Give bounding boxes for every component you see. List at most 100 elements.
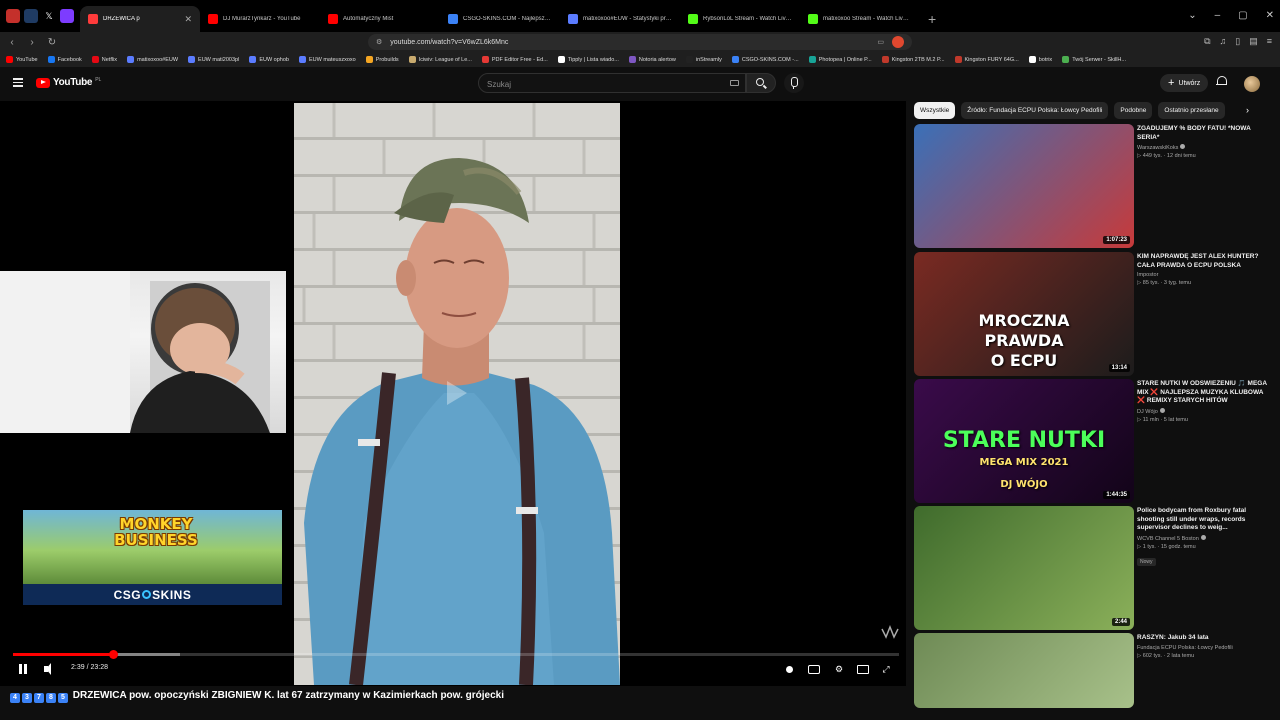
tab[interactable]: Automatyczny Mist [320,6,440,32]
bookmark-item[interactable]: Kingston 2TB M.2 P... [881,56,945,63]
bookmark-item[interactable]: EUW mateuszxoxo [298,56,356,63]
pause-icon[interactable] [18,664,28,674]
pinned-youtube-icon[interactable] [6,9,20,23]
recommendation-info: ZGADUJEMY % BODY FATU! *NOWA SERIA* Warsz… [1137,125,1267,159]
recommendation-item[interactable]: 2:44 Police bodycam from Roxbury fatal sh… [914,506,1266,630]
tab[interactable]: RybsonLoL Stream - Watch Live on K [680,6,800,32]
search-input[interactable] [479,75,699,94]
recommendation-title[interactable]: KIM NAPRAWDĘ JEST ALEX HUNTER? CAŁA PRAW… [1137,253,1267,270]
filter-chip[interactable]: Źródło: Fundacja ECPU Polska: Łowcy Pedo… [961,102,1109,119]
thumbnail[interactable]: STARE NUTKI MEGA MIX 2021 DJ WÓJO 1:44:35 [914,379,1134,503]
bookmark-item[interactable]: Iciwiv: League of Le... [408,56,472,63]
channel-name[interactable]: WarszawskiKoks [1137,145,1178,151]
bookmark-item[interactable]: inStreamly [685,56,722,63]
brave-shield-icon[interactable] [892,36,904,48]
fullscreen-icon[interactable]: ⤢ [880,663,892,675]
bookmark-item[interactable]: Twój Serwer - SkillH... [1062,56,1126,63]
sidepanel-icon[interactable]: ▯ [1235,36,1240,47]
progress-bar[interactable] [13,650,899,659]
bookmark-item[interactable]: Notoria alertow [628,56,676,63]
tab[interactable]: matixoxoo#EUW - Statystyki przywo [560,6,680,32]
autoplay-toggle-icon[interactable] [783,663,795,675]
account-avatar[interactable] [1244,76,1260,92]
cast-icon[interactable]: ▭ [877,38,884,46]
thumbnail[interactable]: 2:44 [914,506,1134,630]
pinned-x-icon[interactable]: 𝕏 [42,9,56,23]
menu-icon[interactable]: ≡ [1267,36,1272,47]
bookmark-item[interactable]: Kingston FURY 64G... [954,56,1019,63]
bookmark-item[interactable]: botrix [1028,56,1052,63]
keyboard-icon[interactable] [730,80,739,86]
extensions-icon[interactable]: ⧉ [1204,36,1210,47]
recommendation-title[interactable]: Police bodycam from Roxbury fatal shooti… [1137,507,1267,533]
channel-name[interactable]: Fundacja ECPU Polska: Łowcy Pedofili [1137,645,1233,651]
upload-age: 12 dni temu [1166,153,1196,159]
recommendation-item[interactable]: RASZYN: Jakub 34 lata Fundacja ECPU Polsk… [914,633,1266,708]
sponsor-ad-overlay[interactable]: MONKEY BUSINESS CSG SKINS [23,510,282,605]
address-bar[interactable]: ⚙ youtube.com/watch?v=V6wZL6k6Mnc ▭ [368,34,912,50]
media-icon[interactable]: ♫ [1220,36,1227,47]
recommendation-title[interactable]: RASZYN: Jakub 34 lata [1137,634,1267,643]
duration-badge: 1:07:23 [1103,236,1130,244]
tab[interactable]: CSGO-SKINS.COM - Najlepsze Skrzy [440,6,560,32]
recommendation-title[interactable]: STARE NUTKI W ODŚWIEŻENIU 🎵 MEGA MIX ❌ N… [1137,380,1267,406]
minimize-icon[interactable]: – [1215,10,1221,21]
bookmark-item[interactable]: Netflix [91,56,117,63]
menu-hamburger-icon[interactable] [13,78,23,87]
bookmark-item[interactable]: matixoxoo#EUW [127,56,178,63]
pinned-messenger-icon[interactable] [24,9,38,23]
duration-badge: 1:44:35 [1103,491,1130,499]
forward-icon[interactable]: › [24,37,40,48]
scrubber-handle[interactable] [109,650,119,659]
tab[interactable]: matixoxoo Stream - Watch Live on K [800,6,920,32]
subtitles-icon[interactable] [808,665,820,674]
settings-gear-icon[interactable]: ⚙ [833,663,845,675]
channel-name[interactable]: DJ Wójo [1137,409,1158,415]
recommendation-item[interactable]: MROCZNA PRAWDA O ECPU 13:14 KIM NAPRAWDĘ JES… [914,252,1266,376]
bookmark-label: EUW mateuszxoxo [308,56,356,63]
recommendation-item[interactable]: 1:07:23 ZGADUJEMY % BODY FATU! *NOWA SERI… [914,124,1266,248]
close-window-icon[interactable]: ✕ [1266,10,1274,21]
site-info-icon[interactable]: ⚙ [376,38,382,46]
thumbnail[interactable]: MROCZNA PRAWDA O ECPU 13:14 [914,252,1134,376]
video-player[interactable]: MONKEY BUSINESS CSG SKINS 2:39 / 23:28 ⚙… [0,101,906,686]
tab-close-icon[interactable]: ✕ [184,14,192,25]
filter-chip[interactable]: Wszystkie [914,102,956,119]
search-button[interactable] [746,73,776,93]
reload-icon[interactable]: ↻ [44,37,60,48]
filter-chip[interactable]: Podobne [1114,102,1153,119]
recommendation-item[interactable]: STARE NUTKI MEGA MIX 2021 DJ WÓJO 1:44:35 ST… [914,379,1267,503]
new-tab-button[interactable]: + [920,6,944,32]
thumbnail[interactable] [914,633,1134,708]
youtube-logo[interactable]: YouTube PL [36,77,101,88]
bookmark-item[interactable]: CSGO-SKINS.COM -... [731,56,799,63]
bookmark-item[interactable]: Probuilds [365,56,399,63]
bookmark-item[interactable]: EUW mati2003pl [188,56,239,63]
back-icon[interactable]: ‹ [4,37,20,48]
channel-watermark-icon[interactable] [880,625,900,639]
voice-search-icon[interactable] [784,73,804,93]
bookmark-item[interactable]: Tipply | Lista wiado... [557,56,619,63]
channel-name[interactable]: Impostor [1137,272,1158,278]
bookmark-item[interactable]: YouTube [6,56,38,63]
bookmark-item[interactable]: Photopea | Online P... [808,56,872,63]
bookmark-item[interactable]: Facebook [47,56,82,63]
maximize-icon[interactable]: ▢ [1238,10,1247,21]
notifications-bell-icon[interactable] [1216,76,1227,88]
wallet-icon[interactable]: ▤ [1249,36,1258,47]
theater-mode-icon[interactable] [857,665,869,674]
tab[interactable]: DJ MurarzTynkarz - YouTube [200,6,320,32]
filter-chip[interactable]: Ostatnio przesłane [1158,102,1225,119]
channel-name[interactable]: WCVB Channel 5 Boston [1137,536,1199,542]
bookmark-item[interactable]: EUW ophob [249,56,289,63]
create-button[interactable]: + Utwórz [1160,74,1209,92]
recommendation-title[interactable]: ZGADUJEMY % BODY FATU! *NOWA SERIA* [1137,125,1267,142]
chips-next-icon[interactable]: › [1246,105,1249,115]
bookmark-item[interactable]: PDF Editor Free - Ed... [481,56,548,63]
thumbnail[interactable]: 1:07:23 [914,124,1134,248]
tab-search-icon[interactable]: ⌄ [1188,10,1196,21]
volume-icon[interactable] [44,663,56,675]
tab-active[interactable]: DRZEWICA p ✕ [80,6,200,32]
ad-brand-right: SKINS [152,587,192,602]
pinned-twitch-icon[interactable] [60,9,74,23]
